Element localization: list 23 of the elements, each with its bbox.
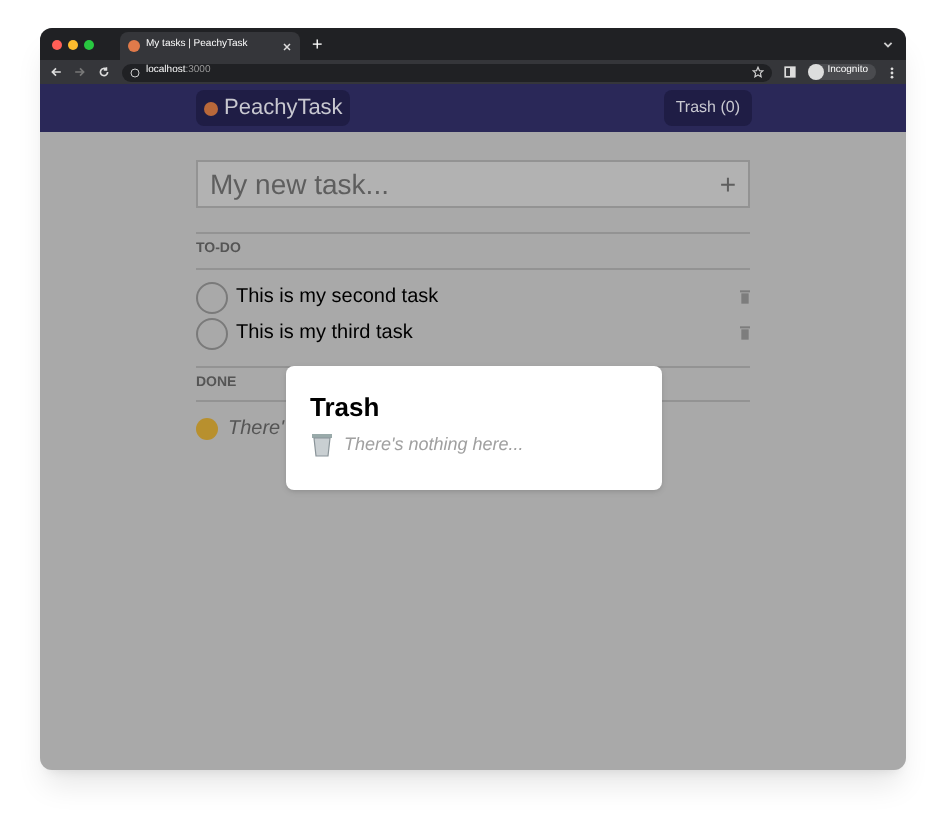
dialog-title: Trash bbox=[310, 394, 382, 420]
trash-button[interactable]: Trash (0) bbox=[663, 90, 752, 126]
task-text: This is my second task bbox=[236, 284, 441, 312]
task-text: This is my third task bbox=[236, 320, 415, 348]
chevron-down-icon[interactable] bbox=[882, 38, 894, 50]
menu-icon[interactable] bbox=[888, 65, 896, 79]
info-icon bbox=[130, 67, 140, 77]
task-checkbox[interactable] bbox=[196, 281, 228, 313]
star-icon[interactable] bbox=[751, 66, 764, 78]
trash-can-icon bbox=[310, 432, 334, 459]
minimize-icon[interactable] bbox=[68, 39, 78, 49]
back-icon[interactable] bbox=[50, 66, 62, 78]
empty-message: There's nothing here... bbox=[344, 432, 524, 458]
task-checkbox[interactable] bbox=[196, 317, 228, 349]
empty-message: There' bbox=[228, 416, 285, 444]
maximize-icon[interactable] bbox=[84, 39, 94, 49]
forward-icon[interactable] bbox=[74, 66, 86, 78]
reload-icon[interactable] bbox=[98, 66, 110, 78]
new-tab-button[interactable]: + bbox=[312, 35, 323, 53]
sidebar-icon[interactable] bbox=[783, 66, 796, 78]
brand-link[interactable]: PeachyTask bbox=[196, 90, 351, 126]
close-icon[interactable] bbox=[52, 39, 62, 49]
close-icon[interactable] bbox=[282, 41, 292, 51]
